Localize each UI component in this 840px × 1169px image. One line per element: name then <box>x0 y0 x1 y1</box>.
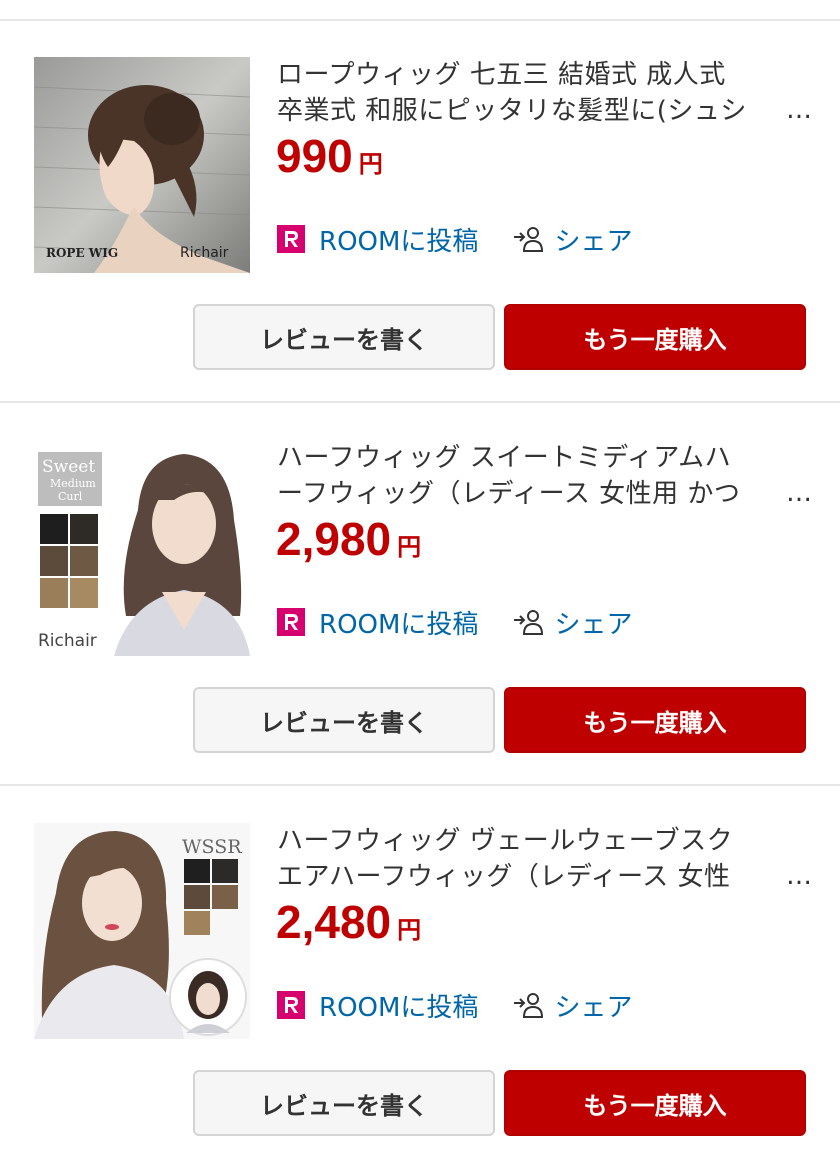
purchase-item: Sweet Medium Curl Richair ハーフウィッグ スイートミデ… <box>0 404 840 786</box>
item-actions: ROOMに投稿 シェア <box>277 985 632 1025</box>
price-currency: 円 <box>397 533 422 561</box>
title-ellipsis: … <box>786 478 812 508</box>
item-divider <box>0 784 840 786</box>
share-person-icon <box>512 989 544 1021</box>
price: 2,480 円 <box>276 895 421 949</box>
title-ellipsis: … <box>786 95 812 125</box>
price-currency: 円 <box>358 150 383 178</box>
image-label: WSSR <box>182 836 242 858</box>
room-post-link[interactable]: ROOMに投稿 <box>277 604 478 641</box>
room-post-label: ROOMに投稿 <box>319 609 479 640</box>
price-value: 990 <box>276 130 353 182</box>
product-title-line-2: 卒業式 和服にピッタリな髪型に(シュシ <box>277 96 747 126</box>
price-currency: 円 <box>397 916 422 944</box>
rakuten-room-icon <box>277 225 305 253</box>
share-label: シェア <box>554 609 633 640</box>
item-actions: ROOMに投稿 シェア <box>277 219 632 259</box>
product-title[interactable]: ハーフウィッグ スイートミディアムハ ーフウィッグ（レディース 女性用 かつ <box>277 440 747 512</box>
image-label: Sweet <box>42 457 95 477</box>
room-post-label: ROOMに投稿 <box>319 226 479 257</box>
rakuten-room-icon <box>277 991 305 1019</box>
write-review-button[interactable]: レビューを書く <box>193 1070 495 1136</box>
title-ellipsis: … <box>786 861 812 891</box>
item-divider <box>0 401 840 403</box>
share-label: シェア <box>554 992 633 1023</box>
product-title-line-1: ハーフウィッグ スイートミディアムハ <box>277 443 732 473</box>
share-link[interactable]: シェア <box>512 987 632 1024</box>
buy-again-button[interactable]: もう一度購入 <box>504 1070 806 1136</box>
image-label: ROPE WIG <box>46 246 118 260</box>
write-review-button[interactable]: レビューを書く <box>193 304 495 370</box>
purchase-item: WSSR ハーフウィッグ ヴェールウェーブスク エアハーフウィッグ（レディース … <box>0 787 840 1169</box>
rakuten-room-icon <box>277 608 305 636</box>
item-actions: ROOMに投稿 シェア <box>277 602 632 642</box>
product-image[interactable]: Sweet Medium Curl Richair <box>34 440 250 656</box>
price-value: 2,480 <box>276 896 392 948</box>
share-label: シェア <box>554 226 633 257</box>
image-brand: Richair <box>180 245 229 261</box>
product-title-line-2: エアハーフウィッグ（レディース 女性 <box>277 862 731 892</box>
share-link[interactable]: シェア <box>512 221 632 258</box>
room-post-label: ROOMに投稿 <box>319 992 479 1023</box>
product-title[interactable]: ロープウィッグ 七五三 結婚式 成人式 卒業式 和服にピッタリな髪型に(シュシ <box>277 57 747 129</box>
share-person-icon <box>512 223 544 255</box>
share-link[interactable]: シェア <box>512 604 632 641</box>
product-title-line-2: ーフウィッグ（レディース 女性用 かつ <box>277 479 741 509</box>
room-post-link[interactable]: ROOMに投稿 <box>277 987 478 1024</box>
price: 2,980 円 <box>276 512 421 566</box>
product-title[interactable]: ハーフウィッグ ヴェールウェーブスク エアハーフウィッグ（レディース 女性 <box>277 823 747 895</box>
write-review-button[interactable]: レビューを書く <box>193 687 495 753</box>
buy-again-button[interactable]: もう一度購入 <box>504 304 806 370</box>
share-person-icon <box>512 606 544 638</box>
buy-again-button[interactable]: もう一度購入 <box>504 687 806 753</box>
price: 990 円 <box>276 129 383 183</box>
price-value: 2,980 <box>276 513 392 565</box>
product-image[interactable]: WSSR <box>34 823 250 1039</box>
image-brand: Richair <box>38 631 97 651</box>
product-image[interactable]: ROPE WIG Richair <box>34 57 250 273</box>
image-label: Medium <box>50 477 96 490</box>
room-post-link[interactable]: ROOMに投稿 <box>277 221 478 258</box>
image-label: Curl <box>58 490 83 503</box>
product-title-line-1: ハーフウィッグ ヴェールウェーブスク <box>277 826 734 856</box>
product-title-line-1: ロープウィッグ 七五三 結婚式 成人式 <box>277 60 726 90</box>
purchase-item: ROPE WIG Richair ロープウィッグ 七五三 結婚式 成人式 卒業式… <box>0 21 840 403</box>
